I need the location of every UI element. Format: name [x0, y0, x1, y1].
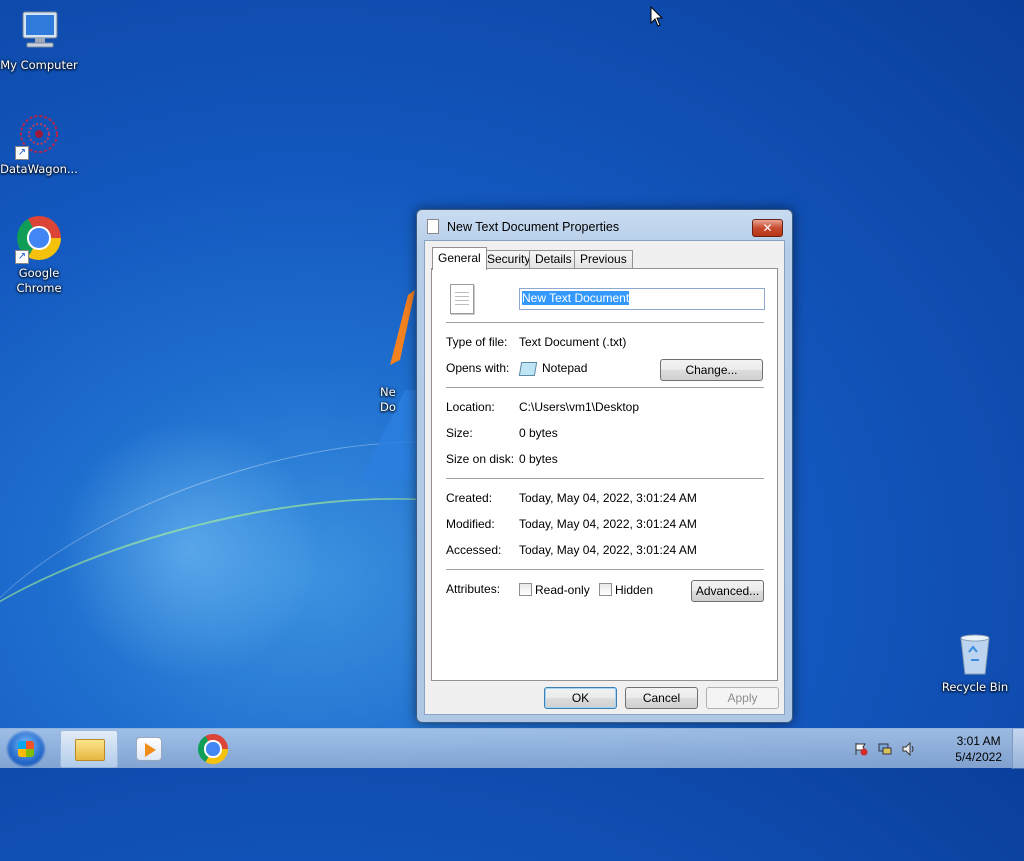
accessed-label: Accessed:: [446, 543, 502, 557]
created-value: Today, May 04, 2022, 3:01:24 AM: [519, 491, 697, 505]
desktop-icon-datawagon[interactable]: ↗ DataWagon...: [0, 112, 78, 177]
recycle-bin-icon: [951, 630, 999, 678]
hidden-checkbox[interactable]: [599, 583, 612, 596]
volume-icon[interactable]: [902, 742, 916, 756]
windows-explorer-icon: [75, 739, 105, 761]
separator: [446, 322, 764, 324]
taskbar-windows-explorer[interactable]: [60, 730, 118, 768]
shortcut-arrow-icon: ↗: [15, 146, 29, 160]
clock-date: 5/4/2022: [955, 750, 1002, 764]
taskbar: 3:01 AM 5/4/2022: [0, 728, 1024, 769]
clock-time: 3:01 AM: [956, 734, 1001, 748]
computer-icon: [15, 8, 63, 56]
hidden-label[interactable]: Hidden: [615, 583, 653, 597]
type-of-file-label: Type of file:: [446, 335, 508, 349]
media-player-icon: [136, 737, 162, 761]
dialog-titlebar[interactable]: New Text Document Properties ✕: [417, 210, 792, 240]
desktop-icon-label: Recycle Bin: [941, 680, 1009, 694]
accessed-value: Today, May 04, 2022, 3:01:24 AM: [519, 543, 697, 557]
system-tray: 3:01 AM 5/4/2022: [854, 729, 1024, 769]
location-label: Location:: [446, 400, 495, 414]
desktop-icon-recycle-bin[interactable]: Recycle Bin: [936, 630, 1014, 695]
cancel-button[interactable]: Cancel: [625, 687, 698, 709]
network-icon[interactable]: [878, 742, 892, 756]
notepad-icon: [518, 362, 538, 376]
advanced-button[interactable]: Advanced...: [691, 580, 764, 602]
separator: [446, 569, 764, 571]
location-value: C:\Users\vm1\Desktop: [519, 400, 640, 414]
modified-label: Modified:: [446, 517, 495, 531]
chrome-icon: ↗: [15, 216, 63, 264]
taskbar-media-player[interactable]: [122, 730, 180, 768]
text-file-icon: [450, 284, 474, 314]
file-name-selection: New Text Document: [522, 291, 630, 305]
size-on-disk-value: 0 bytes: [519, 452, 558, 466]
close-button[interactable]: ✕: [752, 219, 783, 237]
dialog-title: New Text Document Properties: [447, 220, 620, 234]
ok-button[interactable]: OK: [544, 687, 617, 709]
action-center-flag-icon[interactable]: [854, 742, 868, 756]
attributes-label: Attributes:: [446, 582, 501, 596]
type-of-file-value: Text Document (.txt): [519, 335, 627, 349]
read-only-label[interactable]: Read-only: [535, 583, 590, 597]
separator: [446, 387, 764, 389]
start-button[interactable]: [6, 730, 46, 768]
modified-value: Today, May 04, 2022, 3:01:24 AM: [519, 517, 697, 531]
properties-dialog: New Text Document Properties ✕ General S…: [416, 209, 793, 723]
desktop-icon-google-chrome[interactable]: ↗ Google Chrome: [0, 216, 78, 296]
size-on-disk-label: Size on disk:: [446, 452, 515, 466]
taskbar-chrome[interactable]: [184, 730, 242, 768]
general-tab-panel: New Text Document Type of file: Text Doc…: [431, 268, 778, 681]
text-document-icon: [427, 219, 439, 234]
size-label: Size:: [446, 426, 473, 440]
read-only-checkbox[interactable]: [519, 583, 532, 596]
chrome-icon: [198, 734, 228, 764]
change-button[interactable]: Change...: [660, 359, 763, 381]
mouse-cursor-icon: [650, 6, 664, 27]
show-desktop-button[interactable]: [1012, 729, 1024, 769]
tab-details[interactable]: Details: [529, 250, 578, 269]
file-name-input[interactable]: New Text Document: [519, 288, 765, 310]
datawagon-icon: ↗: [15, 112, 63, 160]
tab-previous-versions[interactable]: Previous Versions: [574, 250, 633, 283]
dialog-body: General Security Details Previous Versio…: [424, 240, 785, 715]
tab-general[interactable]: General: [432, 247, 487, 270]
created-label: Created:: [446, 491, 493, 505]
desktop-icon-label: My Computer: [0, 58, 78, 72]
opens-with-value: Notepad: [542, 361, 588, 375]
desktop-icon-label: DataWagon...: [0, 162, 78, 176]
shortcut-arrow-icon: ↗: [15, 250, 29, 264]
desktop-icon-new-text-document-partial[interactable]: Ne Do: [380, 370, 420, 430]
taskbar-clock[interactable]: 3:01 AM 5/4/2022: [955, 733, 1002, 765]
apply-button[interactable]: Apply: [706, 687, 779, 709]
size-value: 0 bytes: [519, 426, 558, 440]
desktop-icon-my-computer[interactable]: My Computer: [0, 8, 78, 73]
separator: [446, 478, 764, 480]
desktop-icon-label: Ne Do: [380, 385, 396, 414]
opens-with-label: Opens with:: [446, 361, 510, 375]
desktop-icon-label: Google Chrome: [16, 266, 62, 295]
